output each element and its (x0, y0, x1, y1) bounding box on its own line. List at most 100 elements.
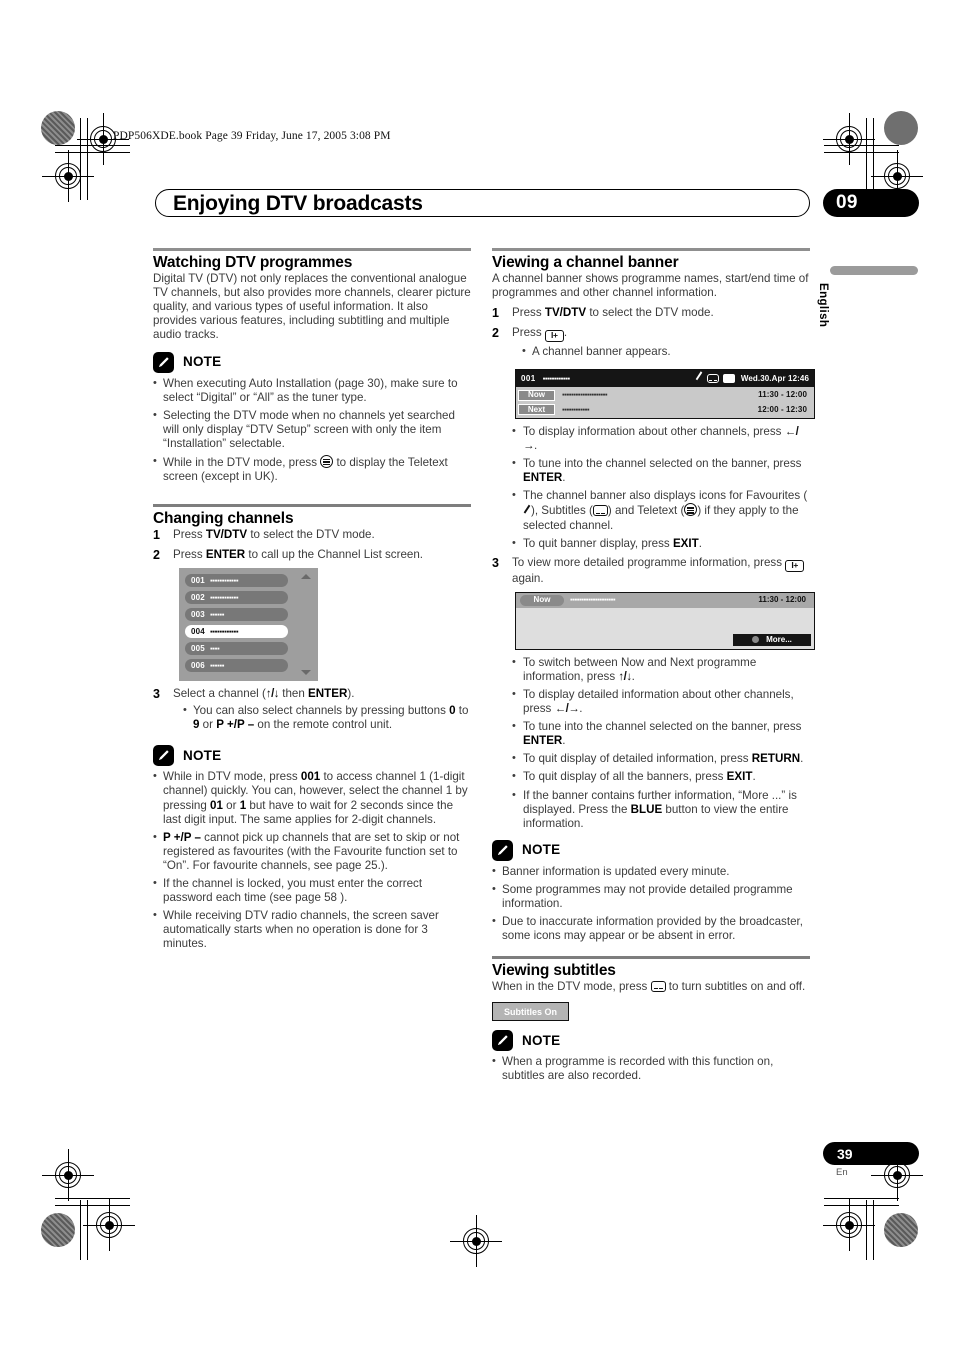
page-language-code: En (836, 1167, 848, 1178)
banner-row-time: 12:00 - 12:30 (757, 404, 807, 414)
registration-target (42, 1149, 94, 1201)
bullet-text: To tune into the channel selected on the… (523, 720, 802, 734)
channel-banner-rows: Now ▪▪▪▪▪▪▪▪▪▪▪▪▪▪▪▪▪▪▪▪ 11:30 - 12:00 N… (516, 387, 814, 418)
step-number: 3 (492, 555, 499, 570)
step-text: To view more detailed programme informat… (512, 556, 810, 586)
channel-number: 001 (521, 373, 536, 383)
step-1: 1 Press TV/DTV to select the DTV mode. (153, 528, 471, 542)
section-heading-viewing-subtitles: Viewing subtitles (492, 961, 616, 979)
registration-target (823, 113, 875, 165)
list-item: To tune into the channel selected on the… (512, 456, 810, 485)
crop-line (866, 1200, 868, 1260)
list-item: Some programmes may not provide detailed… (492, 882, 810, 911)
key-label-tvdtv: TV/DTV (205, 527, 248, 541)
channel-banner-header: 001 ▪▪▪▪▪▪▪▪▪▪▪▪ Wed.30.Apr 12:46 (516, 370, 814, 388)
banner-notes: Banner information is updated every minu… (492, 864, 810, 943)
banner-row-now: Now ▪▪▪▪▪▪▪▪▪▪▪▪▪▪▪▪▪▪▪▪ 11:30 - 12:00 (518, 389, 812, 402)
page-number-badge: 39 (823, 1142, 919, 1165)
channel-name: ▪▪▪▪▪▪▪▪▪▪▪▪ (209, 626, 239, 636)
channel-list-row[interactable]: 003 ▪▪▪▪▪▪ (185, 608, 288, 622)
channel-number: 002 (191, 592, 205, 602)
step-3: 3 Select a channel (↑/↓ then ENTER). You… (153, 687, 471, 736)
list-item: Selecting the DTV mode when no channels … (153, 408, 471, 451)
list-item: To quit display of all the banners, pres… (512, 769, 810, 784)
teletext-icon (722, 374, 735, 384)
language-tab-bar (830, 266, 918, 275)
up-down-arrow-icon: ↑/↓ (265, 688, 280, 701)
bullet-text: To quit display of detailed information,… (523, 752, 752, 766)
key-label-tvdtv: TV/DTV (544, 306, 587, 320)
channel-name: ▪▪▪▪▪▪▪▪▪▪▪▪ (542, 373, 571, 383)
bullet-text: You can also select channels by pressing… (193, 704, 450, 718)
key-label-enter: ENTER (308, 687, 348, 701)
crop-line (866, 118, 868, 200)
subtitles-on-badge: Subtitles On (492, 1002, 569, 1022)
left-right-arrow-icon: ←/→ (554, 703, 580, 716)
key-label-01: 01 (210, 798, 223, 812)
crop-line (55, 1205, 130, 1207)
bullet-text: To quit banner display, press (523, 536, 673, 550)
channel-list-row[interactable]: 002 ▪▪▪▪▪▪▪▪▪▪▪▪ (185, 591, 288, 605)
channel-banner-intro: A channel banner shows programme names, … (492, 272, 809, 300)
subtitles-icon (650, 981, 666, 992)
step-number: 2 (153, 548, 160, 562)
bullet-text: ) and Teletext ( (607, 504, 685, 518)
crop-line (80, 118, 82, 200)
print-color-patch (41, 111, 75, 145)
step-text-post: to select the DTV mode. (247, 527, 375, 541)
language-tab-label: English (817, 283, 829, 328)
pencil-icon (492, 1030, 513, 1052)
detail-bullets: To switch between Now and Next programme… (512, 655, 810, 831)
key-label-p-plus-minus: P +/P – (216, 718, 255, 732)
channel-number: 003 (191, 609, 205, 619)
channel-name: ▪▪▪▪ (209, 643, 220, 653)
crop-line (824, 1198, 899, 1200)
info-plus-icon: I+ (544, 330, 564, 343)
list-item: To quit display of detailed information,… (512, 751, 810, 766)
step-text-post: . (563, 326, 568, 340)
channel-list-row-selected[interactable]: 004 ▪▪▪▪▪▪▪▪▪▪▪▪ (185, 625, 288, 639)
channel-list-row[interactable]: 006 ▪▪▪▪▪▪ (185, 659, 288, 673)
channel-list-screen: 001 ▪▪▪▪▪▪▪▪▪▪▪▪ 002 ▪▪▪▪▪▪▪▪▪▪▪▪ 003 ▪▪▪▪▪… (179, 568, 318, 682)
list-item: When executing Auto Installation (page 3… (153, 376, 471, 405)
detailed-info-screen: Now ▪▪▪▪▪▪▪▪▪▪▪▪▪▪▪▪▪▪▪▪ 11:30 - 12:00 M… (515, 591, 815, 650)
bullet-text: or (199, 718, 217, 732)
step-text-post: again. (512, 571, 544, 585)
step-text-pre: Press (173, 548, 206, 561)
step-1: 1 Press TV/DTV to select the DTV mode. (492, 306, 810, 320)
crop-line (873, 118, 875, 200)
page-title: Enjoying DTV broadcasts (173, 192, 423, 215)
list-item: To display detailed information about ot… (512, 687, 810, 716)
pencil-icon (492, 839, 513, 861)
note-title: NOTE (183, 747, 222, 763)
banner-datetime: Wed.30.Apr 12:46 (740, 373, 809, 383)
teletext-icon (684, 503, 698, 517)
left-column: Watching DTV programmes Digital TV (DTV)… (153, 248, 471, 956)
channel-list-row[interactable]: 005 ▪▪▪▪ (185, 642, 288, 656)
step-2: 2 Press ENTER to call up the Channel Lis… (153, 548, 471, 562)
intro-text-post: to turn subtitles on and off. (665, 980, 806, 993)
detail-header: Now ▪▪▪▪▪▪▪▪▪▪▪▪▪▪▪▪▪▪▪▪ 11:30 - 12:00 (516, 592, 814, 608)
section-heading-changing-channels: Changing channels (153, 509, 294, 527)
more-button[interactable]: More... (733, 633, 811, 646)
note-text: or (222, 798, 240, 812)
book-file-stamp: PDP506XDE.book Page 39 Friday, June 17, … (113, 130, 391, 142)
step-number: 1 (492, 306, 499, 321)
key-label-exit: EXIT (726, 770, 753, 784)
up-down-arrow-icon: ↑/↓ (618, 670, 632, 683)
crop-line (824, 152, 899, 154)
step-text-post: to call up the Channel List screen. (245, 548, 424, 561)
channel-list-row[interactable]: 001 ▪▪▪▪▪▪▪▪▪▪▪▪ (185, 574, 288, 588)
banner-row-tag: Now (518, 389, 555, 401)
more-button-label: More... (766, 634, 792, 644)
note-header: NOTE (492, 839, 810, 861)
note-text: While in DTV mode, press (163, 770, 301, 784)
scroll-up-arrow-icon[interactable] (301, 574, 311, 580)
list-item: When a programme is recorded with this f… (492, 1054, 810, 1083)
scroll-down-arrow-icon[interactable] (301, 670, 311, 676)
bullet-text: To switch between Now and Next programme… (523, 655, 757, 683)
crop-line (824, 145, 899, 147)
detail-time: 11:30 - 12:00 (758, 595, 806, 605)
bullet-text: To tune into the channel selected on the… (523, 457, 802, 471)
print-color-patch (884, 1213, 918, 1247)
